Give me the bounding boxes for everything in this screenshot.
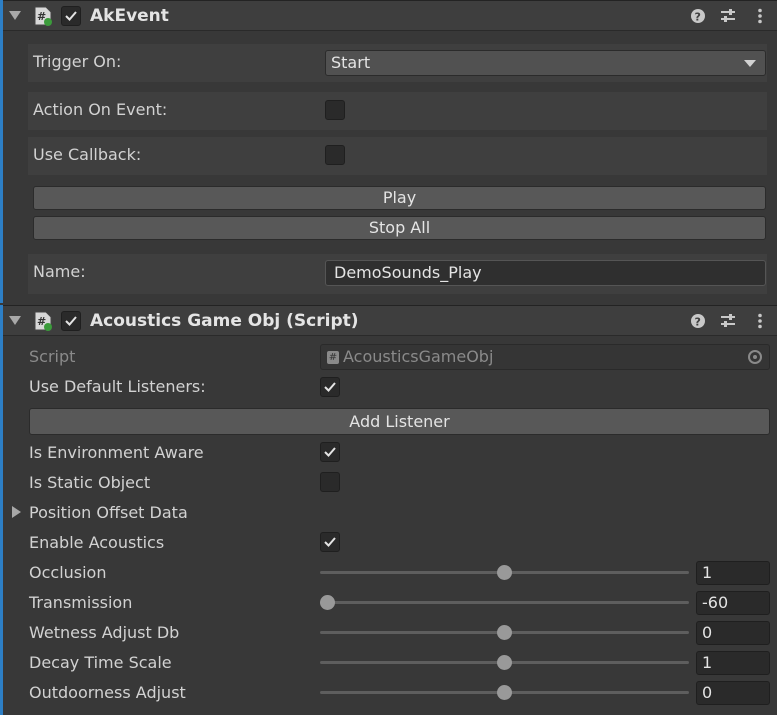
- sliders-icon[interactable]: [720, 313, 736, 329]
- trigger-on-label: Trigger On:: [33, 52, 122, 71]
- enable-acoustics-checkbox[interactable]: [320, 532, 340, 552]
- help-icon[interactable]: ?: [690, 313, 706, 329]
- svg-text:?: ?: [695, 316, 701, 329]
- slider-label: Occlusion: [29, 563, 107, 582]
- fold-down-arrow-icon[interactable]: [9, 316, 21, 325]
- decay-time-scale-slider-thumb[interactable]: [497, 655, 512, 670]
- kebab-menu-icon[interactable]: [752, 313, 768, 329]
- use-default-listeners-checkbox[interactable]: [320, 377, 340, 397]
- chevron-down-icon: [744, 60, 756, 67]
- component-enabled-checkbox[interactable]: [61, 311, 81, 331]
- name-label: Name:: [33, 262, 86, 281]
- checkmark-icon: [65, 316, 77, 326]
- wetness-adjust-value-field[interactable]: 0: [696, 621, 770, 645]
- decay-time-scale-value-field[interactable]: 1: [696, 651, 770, 675]
- svg-text:?: ?: [695, 11, 701, 24]
- name-field[interactable]: DemoSounds_Play: [325, 260, 766, 286]
- action-on-event-label: Action On Event:: [33, 100, 168, 119]
- play-button[interactable]: Play: [33, 186, 766, 210]
- is-static-object-checkbox[interactable]: [320, 472, 340, 492]
- acoustics-header[interactable]: # Acoustics Game Obj (Script) ?: [3, 305, 777, 336]
- component-enabled-checkbox[interactable]: [61, 6, 81, 26]
- transmission-slider-track[interactable]: [320, 601, 689, 604]
- stop-all-button[interactable]: Stop All: [33, 216, 766, 240]
- use-callback-checkbox[interactable]: [325, 145, 345, 165]
- outdoorness-adjust-slider-thumb[interactable]: [497, 685, 512, 700]
- checkmark-icon: [324, 537, 336, 547]
- checkmark-icon: [324, 382, 336, 392]
- use-default-listeners-label: Use Default Listeners:: [29, 377, 206, 396]
- is-environment-aware-label: Is Environment Aware: [29, 443, 204, 462]
- checkmark-icon: [324, 447, 336, 457]
- slider-label: Decay Time Scale: [29, 653, 172, 672]
- trigger-on-dropdown[interactable]: Start: [325, 50, 766, 76]
- csharp-script-icon: #: [34, 311, 52, 331]
- selection-accent-bar: [0, 305, 3, 715]
- is-environment-aware-checkbox[interactable]: [320, 442, 340, 462]
- checkmark-icon: [65, 11, 77, 21]
- selection-accent-bar: [0, 0, 3, 303]
- add-listener-button[interactable]: Add Listener: [29, 408, 770, 435]
- occlusion-slider-thumb[interactable]: [497, 565, 512, 580]
- occlusion-value-field[interactable]: 1: [696, 561, 770, 585]
- ak-event-header[interactable]: # AkEvent ?: [3, 0, 777, 31]
- component-title: Acoustics Game Obj (Script): [90, 311, 359, 331]
- position-offset-data-foldout[interactable]: Position Offset Data: [29, 503, 188, 522]
- script-object-field: # AcousticsGameObj: [320, 344, 770, 370]
- transmission-value-field[interactable]: -60: [696, 591, 770, 615]
- slider-label: Wetness Adjust Db: [29, 623, 180, 642]
- slider-label: Transmission: [29, 593, 133, 612]
- foldout-arrow-icon[interactable]: [12, 506, 21, 518]
- trigger-on-value: Start: [331, 53, 371, 72]
- fold-down-arrow-icon[interactable]: [9, 11, 21, 20]
- component-title: AkEvent: [90, 6, 169, 26]
- use-callback-label: Use Callback:: [33, 145, 142, 164]
- wetness-adjust-slider-thumb[interactable]: [497, 625, 512, 640]
- enable-acoustics-label: Enable Acoustics: [29, 533, 165, 552]
- outdoorness-adjust-value-field[interactable]: 0: [696, 681, 770, 705]
- script-value: AcousticsGameObj: [343, 347, 494, 366]
- transmission-slider-thumb[interactable]: [320, 595, 335, 610]
- script-hash-icon: #: [327, 351, 339, 364]
- object-picker-icon: [748, 350, 762, 364]
- script-label: Script: [29, 347, 76, 366]
- csharp-script-icon: #: [34, 6, 52, 26]
- sliders-icon[interactable]: [720, 8, 736, 24]
- action-on-event-checkbox[interactable]: [325, 100, 345, 120]
- is-static-object-label: Is Static Object: [29, 473, 151, 492]
- kebab-menu-icon[interactable]: [752, 8, 768, 24]
- help-icon[interactable]: ?: [690, 8, 706, 24]
- slider-label: Outdoorness Adjust: [29, 683, 186, 702]
